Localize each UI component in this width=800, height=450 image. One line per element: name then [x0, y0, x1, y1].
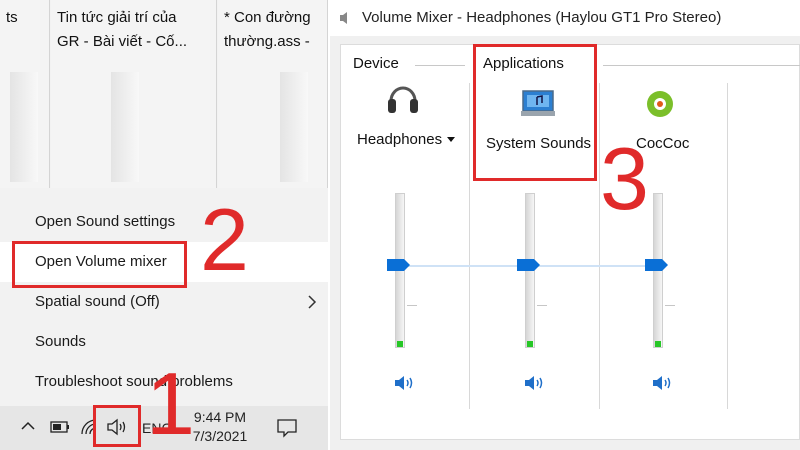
- speaker-icon: [338, 10, 354, 29]
- menu-item-spatial-sound[interactable]: Spatial sound (Off): [0, 282, 328, 322]
- menu-item-label: Spatial sound (Off): [35, 293, 160, 310]
- annotation-box-speaker: [93, 405, 141, 447]
- device-name: Headphones: [357, 131, 443, 148]
- device-group-label: Device: [353, 55, 399, 72]
- device-group-divider: [415, 65, 465, 66]
- thumbnail-preview: [10, 72, 38, 182]
- headphones-icon: [386, 81, 420, 120]
- menu-item-label: Sounds: [35, 333, 86, 350]
- menu-item-label: Open Sound settings: [35, 213, 176, 230]
- thumbnail-preview: [111, 72, 139, 182]
- mute-coccoc-button[interactable]: [651, 373, 673, 393]
- peak-meter: [397, 341, 403, 347]
- slider-tick: [407, 305, 417, 306]
- clock-time: 9:44 PM: [193, 409, 247, 425]
- chevron-up-icon[interactable]: [20, 418, 36, 438]
- apps-group-divider: [603, 65, 800, 66]
- thumbnail-preview: [280, 72, 308, 182]
- window-title: Volume Mixer - Headphones (Haylou GT1 Pr…: [362, 9, 722, 26]
- thumbnail-1[interactable]: ts: [0, 0, 50, 188]
- channel-separator: [727, 83, 728, 409]
- speaker-icon: [653, 376, 671, 390]
- coccoc-icon: [645, 89, 675, 122]
- peak-meter: [527, 341, 533, 347]
- dropdown-arrow-icon: [447, 137, 456, 142]
- annotation-box-volume-mixer: [12, 241, 187, 288]
- mute-system-sounds-button[interactable]: [523, 373, 545, 393]
- speaker-icon: [525, 376, 543, 390]
- thumbnail-title: ts: [6, 9, 18, 26]
- battery-icon[interactable]: [50, 420, 70, 438]
- headphones-volume-slider[interactable]: [387, 258, 410, 272]
- taskbar-thumbnails: ts Tin tức giải trí của GR - Bài viết - …: [0, 0, 328, 188]
- slider-tick: [665, 305, 675, 306]
- coccoc-volume-slider[interactable]: [645, 258, 668, 272]
- system-sounds-volume-slider[interactable]: [517, 258, 540, 272]
- annotation-number-3: 3: [600, 129, 649, 228]
- clock-date: 7/3/2021: [192, 428, 248, 444]
- menu-item-label: Troubleshoot sound problems: [35, 373, 233, 390]
- mute-headphones-button[interactable]: [393, 373, 415, 393]
- speaker-icon: [395, 376, 413, 390]
- thumbnail-title: Tin tức giải trí của GR - Bài viết - Cố.…: [57, 9, 188, 50]
- slider-tick: [537, 305, 547, 306]
- annotation-number-2: 2: [200, 190, 249, 289]
- thumbnail-3[interactable]: * Con đường thường.ass -: [218, 0, 328, 188]
- annotation-box-system-sounds: [473, 44, 597, 181]
- peak-meter: [655, 341, 661, 347]
- title-bar: Volume Mixer - Headphones (Haylou GT1 Pr…: [330, 0, 800, 36]
- menu-item-open-sound-settings[interactable]: Open Sound settings: [0, 202, 328, 242]
- device-dropdown[interactable]: Headphones: [357, 131, 456, 148]
- group-separator: [469, 83, 470, 409]
- thumbnail-title: * Con đường thường.ass -: [224, 9, 311, 50]
- notification-icon[interactable]: [276, 418, 298, 442]
- clock[interactable]: 9:44 PM 7/3/2021: [190, 408, 250, 446]
- annotation-number-1: 1: [146, 354, 195, 450]
- thumbnail-2[interactable]: Tin tức giải trí của GR - Bài viết - Cố.…: [51, 0, 217, 188]
